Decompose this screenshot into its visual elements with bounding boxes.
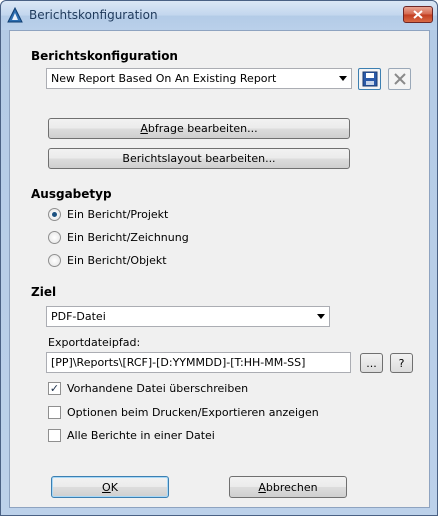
checkbox[interactable] xyxy=(48,406,61,419)
ok-mnemonic: O xyxy=(102,480,111,494)
browse-button[interactable]: ... xyxy=(360,353,383,373)
export-path-label: Exportdateipfad: xyxy=(48,336,141,349)
output-format-value: PDF-Datei xyxy=(51,310,106,323)
export-path-value: [PP]\Reports\[RCF]-[D:YYMMDD]-[T:HH-MM-S… xyxy=(51,356,306,369)
checkbox-show-options[interactable]: Optionen beim Drucken/Exportieren anzeig… xyxy=(48,406,319,419)
help-label: ? xyxy=(398,356,405,370)
report-config-heading: Berichtskonfiguration xyxy=(31,49,178,63)
edit-layout-label: Berichtslayout bearbeiten... xyxy=(122,152,276,165)
export-path-input[interactable]: [PP]\Reports\[RCF]-[D:YYMMDD]-[T:HH-MM-S… xyxy=(46,352,351,373)
edit-query-mnemonic: A xyxy=(140,122,148,135)
checkbox[interactable] xyxy=(48,429,61,442)
checkbox-overwrite[interactable]: ✓ Vorhandene Datei überschreiben xyxy=(48,382,248,395)
close-button[interactable] xyxy=(403,6,433,23)
radio-per-drawing[interactable]: Ein Bericht/Zeichnung xyxy=(48,231,189,244)
report-select[interactable]: New Report Based On An Existing Report xyxy=(46,68,352,89)
radio-per-project[interactable]: Ein Bericht/Projekt xyxy=(48,208,168,221)
cancel-button[interactable]: Abbrechen xyxy=(229,476,347,498)
checkbox[interactable]: ✓ xyxy=(48,382,61,395)
close-icon xyxy=(413,10,423,19)
edit-query-label: bfrage bearbeiten... xyxy=(147,122,258,135)
cancel-mnemonic: A xyxy=(258,480,266,494)
dialog-body: Berichtskonfiguration New Report Based O… xyxy=(9,30,430,508)
checkbox-label: Vorhandene Datei überschreiben xyxy=(67,382,249,395)
chevron-down-icon xyxy=(317,314,325,319)
radio-selected-dot xyxy=(52,212,57,217)
radio-label: Ein Bericht/Objekt xyxy=(67,254,167,267)
help-button[interactable]: ? xyxy=(390,353,413,373)
radio-button[interactable] xyxy=(48,254,61,267)
checkbox-label: Alle Berichte in einer Datei xyxy=(67,429,215,442)
output-format-select[interactable]: PDF-Datei xyxy=(46,306,330,327)
window-title: Berichtskonfiguration xyxy=(29,8,158,22)
ok-label: K xyxy=(110,480,118,494)
radio-button[interactable] xyxy=(48,231,61,244)
browse-label: ... xyxy=(366,356,377,370)
save-report-button[interactable] xyxy=(358,68,381,90)
delete-report-button[interactable] xyxy=(388,68,411,90)
check-mark-icon: ✓ xyxy=(49,382,60,395)
checkbox-single-file[interactable]: Alle Berichte in einer Datei xyxy=(48,429,215,442)
radio-per-object[interactable]: Ein Bericht/Objekt xyxy=(48,254,167,267)
edit-layout-button[interactable]: Berichtslayout bearbeiten... xyxy=(48,148,350,169)
ok-button[interactable]: OK xyxy=(51,476,169,498)
radio-label: Ein Bericht/Zeichnung xyxy=(67,231,189,244)
delete-x-icon xyxy=(393,73,406,85)
dialog-window: Berichtskonfiguration Berichtskonfigurat… xyxy=(0,0,438,516)
radio-button[interactable] xyxy=(48,208,61,221)
title-bar[interactable]: Berichtskonfiguration xyxy=(1,1,437,30)
floppy-disk-save-icon xyxy=(362,71,377,87)
radio-label: Ein Bericht/Projekt xyxy=(67,208,169,221)
target-heading: Ziel xyxy=(31,285,57,299)
checkbox-label: Optionen beim Drucken/Exportieren anzeig… xyxy=(67,406,319,419)
report-select-value: New Report Based On An Existing Report xyxy=(51,72,277,85)
cancel-label: bbrechen xyxy=(265,480,318,494)
edit-query-button[interactable]: Abfrage bearbeiten... xyxy=(48,118,350,139)
chevron-down-icon xyxy=(339,76,347,81)
output-type-heading: Ausgabetyp xyxy=(31,187,112,201)
autocad-logo-icon xyxy=(7,7,23,23)
